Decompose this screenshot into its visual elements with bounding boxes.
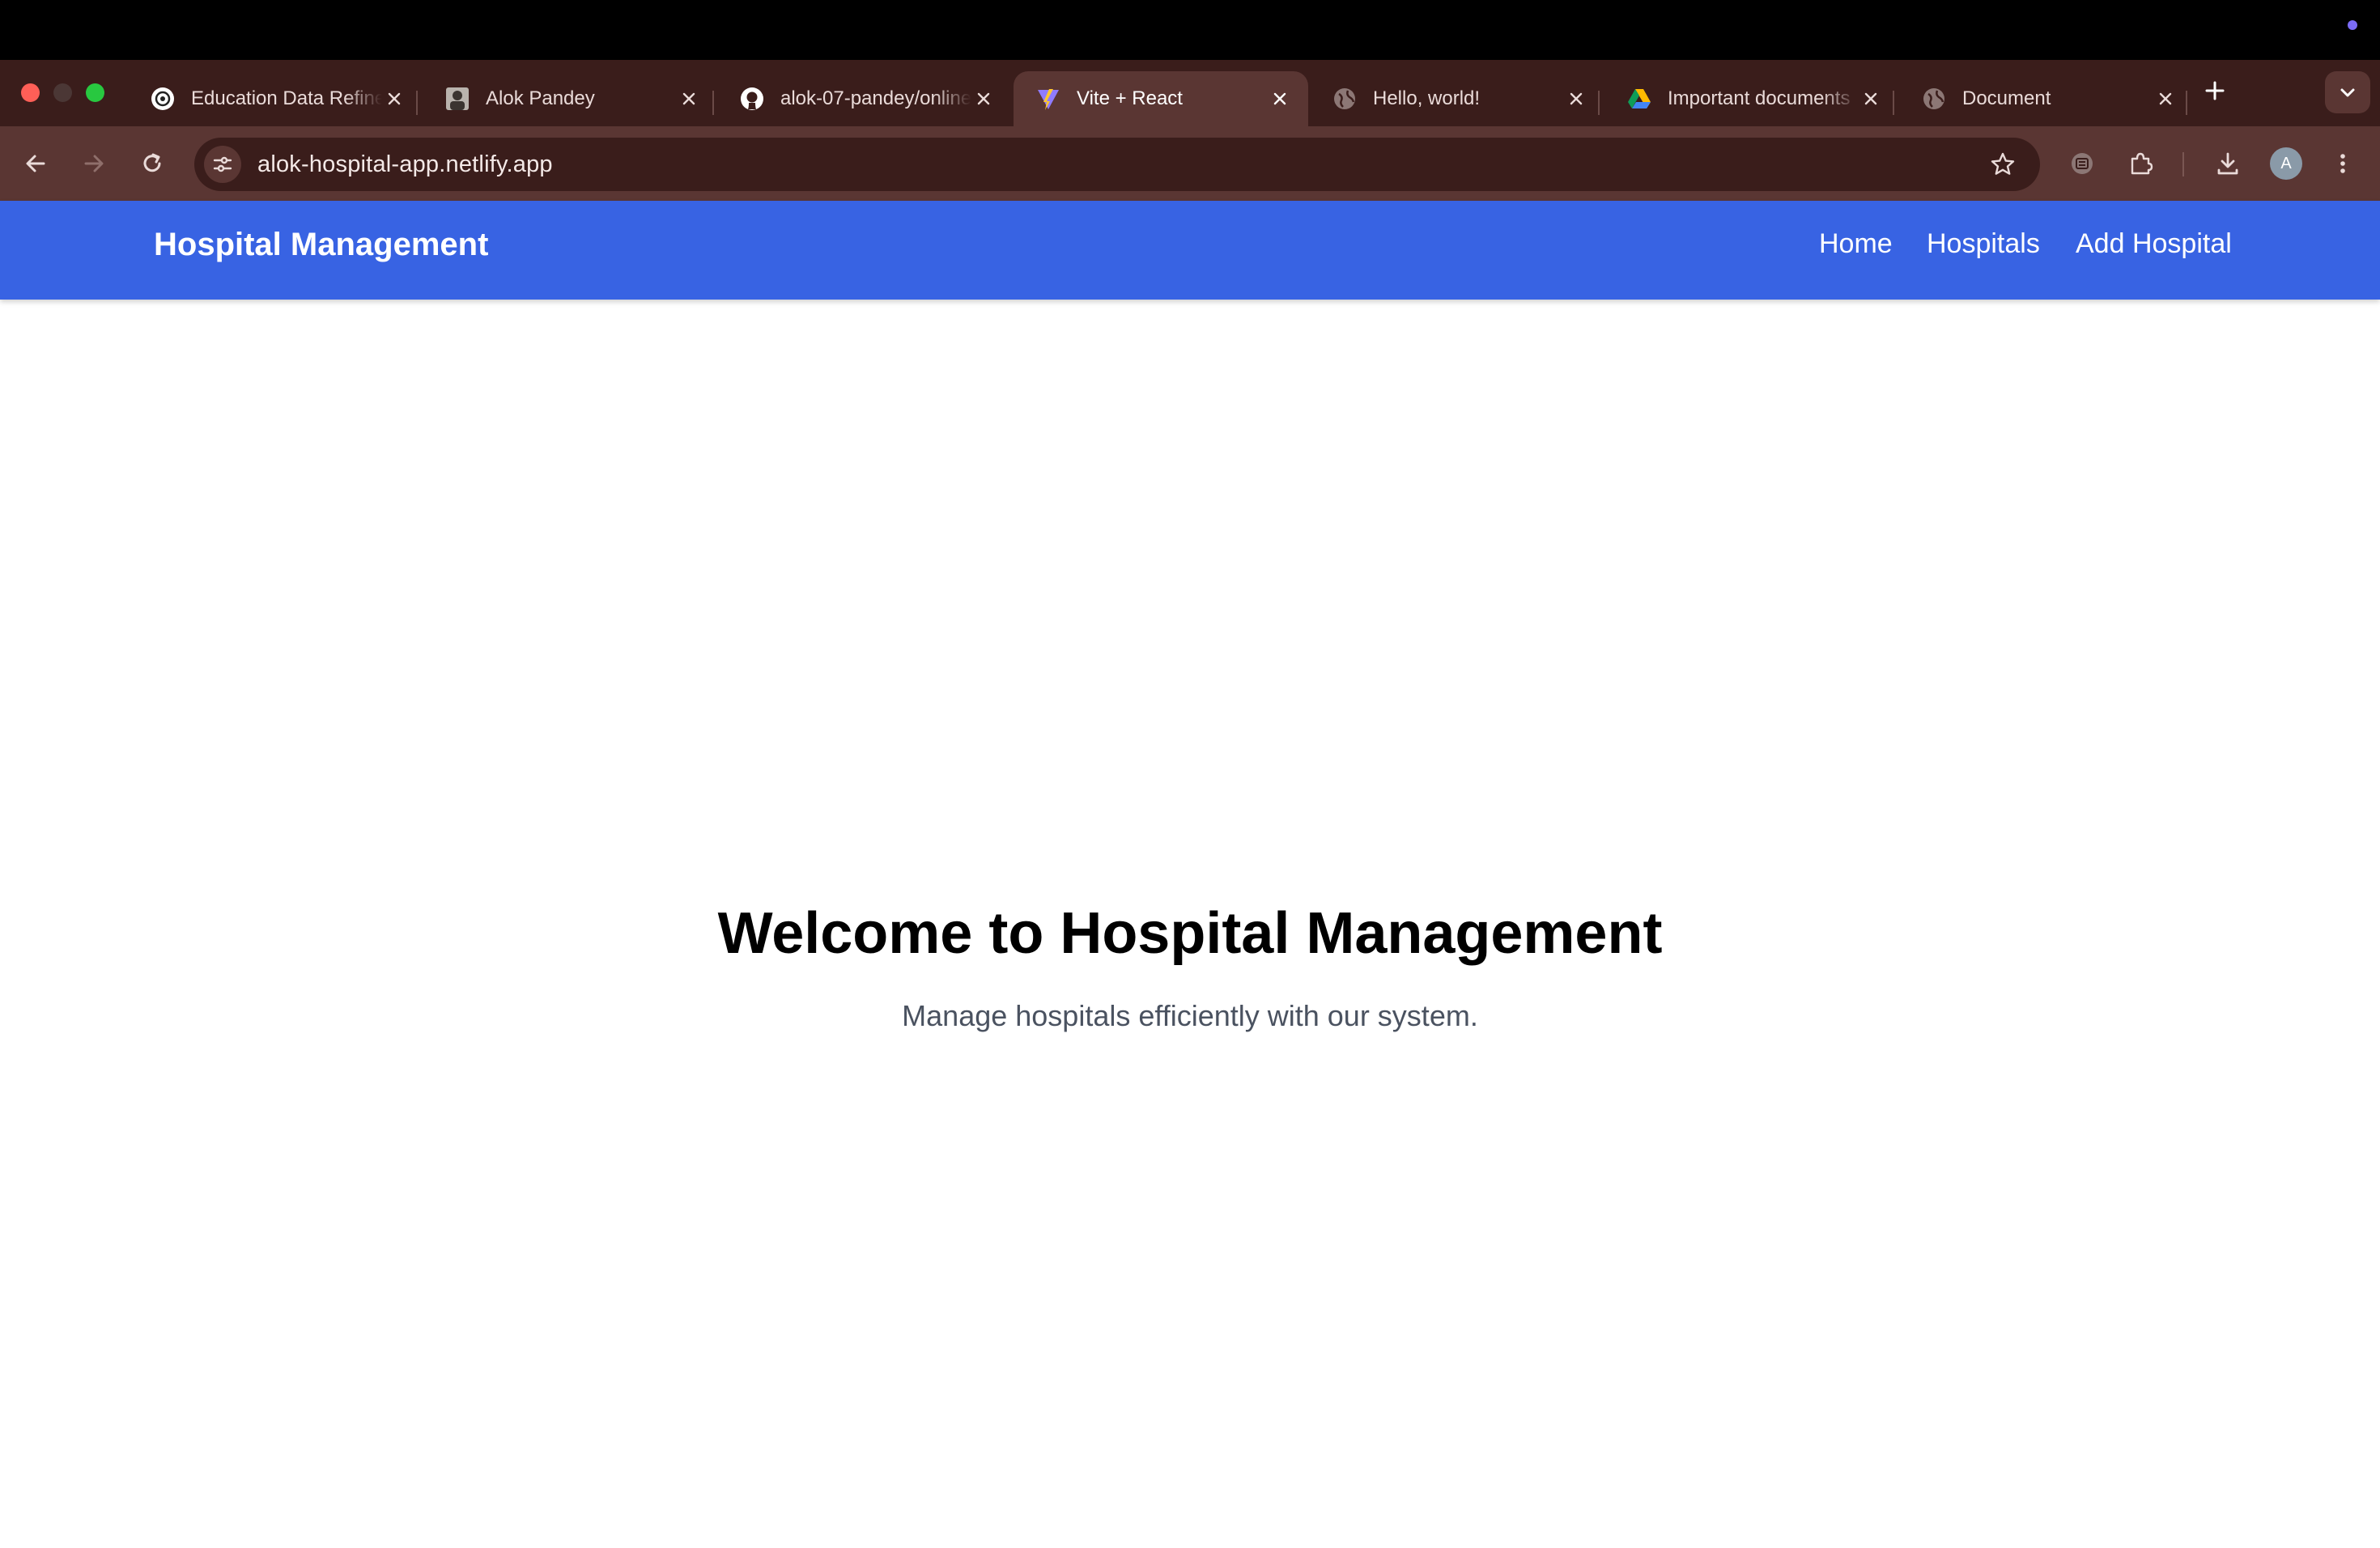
menu-bar — [0, 0, 2380, 60]
browser-tab[interactable]: Important documents — [1604, 71, 1899, 126]
more-menu-icon[interactable] — [2323, 144, 2362, 183]
back-button[interactable] — [16, 144, 55, 183]
tab-search-button[interactable] — [2325, 71, 2370, 113]
page-subtitle: Manage hospitals efficiently with our sy… — [902, 999, 1478, 1032]
nav-link-hospitals[interactable]: Hospitals — [1927, 228, 2040, 260]
app-brand-title[interactable]: Hospital Management — [154, 227, 488, 263]
profile-avatar[interactable]: A — [2270, 147, 2302, 180]
close-tab-icon[interactable] — [677, 87, 701, 111]
app-navbar: Hospital Management Home Hospitals Add H… — [0, 201, 2380, 300]
tune-icon — [213, 156, 232, 172]
browser-tab[interactable]: Document — [1899, 71, 2194, 126]
browser-tab[interactable]: alok-07-pandey/online-hospital — [717, 71, 1012, 126]
browser-tab[interactable]: Alok Pandey — [423, 71, 717, 126]
github-icon — [740, 87, 764, 111]
new-tab-button[interactable] — [2200, 76, 2229, 105]
close-tab-icon[interactable] — [2153, 87, 2178, 111]
close-tab-icon[interactable] — [382, 87, 406, 111]
tab-separator — [416, 91, 418, 115]
site-info-button[interactable] — [204, 146, 241, 183]
forward-button[interactable] — [74, 144, 113, 183]
nav-link-home[interactable]: Home — [1819, 228, 1893, 260]
arrow-right-icon — [84, 155, 104, 172]
arrow-left-icon — [26, 155, 45, 172]
tab-title: Important documents — [1668, 87, 1851, 109]
browser-tab[interactable]: Education Data Refinement — [128, 71, 423, 126]
extensions-puzzle-icon[interactable] — [2121, 144, 2160, 183]
tab-title: alok-07-pandey/online-hospital — [780, 87, 971, 109]
maximize-window-button[interactable] — [86, 83, 104, 102]
close-tab-icon[interactable] — [1564, 87, 1588, 111]
tab-title: Hello, world! — [1373, 87, 1481, 109]
translate-extension-icon[interactable] — [2063, 144, 2102, 183]
tab-title: Education Data Refinement — [191, 87, 382, 109]
browser-tab-active[interactable]: Vite + React — [1014, 71, 1308, 126]
reload-icon — [143, 153, 161, 172]
tab-separator — [1598, 91, 1600, 115]
browser-toolbar: alok-hospital-app.netlify.app — [0, 126, 2380, 201]
tab-separator — [2186, 91, 2187, 115]
tab-title: Vite + React — [1077, 87, 1183, 109]
address-bar[interactable]: alok-hospital-app.netlify.app — [194, 138, 2040, 191]
browser-tab[interactable]: Hello, world! — [1310, 71, 1604, 126]
close-tab-icon[interactable] — [1859, 87, 1883, 111]
close-tab-icon[interactable] — [1268, 87, 1292, 111]
chevron-down-icon — [2340, 88, 2355, 97]
vite-icon — [1036, 87, 1060, 111]
profile-photo-icon — [445, 87, 470, 111]
status-dot-icon — [2348, 20, 2357, 30]
url-text[interactable]: alok-hospital-app.netlify.app — [257, 151, 553, 178]
google-drive-icon — [1627, 87, 1651, 111]
downloads-icon[interactable] — [2208, 144, 2247, 183]
toolbar-separator — [2182, 152, 2184, 176]
globe-icon — [1922, 87, 1946, 111]
page-title: Welcome to Hospital Management — [717, 901, 1663, 966]
minimize-window-button[interactable] — [53, 83, 72, 102]
globe-icon — [1332, 87, 1357, 111]
nav-link-add-hospital[interactable]: Add Hospital — [2076, 228, 2232, 260]
reload-button[interactable] — [133, 144, 172, 183]
openai-icon — [151, 87, 175, 111]
tab-separator — [712, 91, 714, 115]
bookmark-star-icon[interactable] — [1988, 150, 2017, 179]
close-window-button[interactable] — [21, 83, 40, 102]
tab-separator — [1893, 91, 1894, 115]
close-tab-icon[interactable] — [971, 87, 996, 111]
tab-title: Alok Pandey — [486, 87, 595, 109]
tab-title: Document — [1962, 87, 2051, 109]
tab-strip: Education Data Refinement Alok Pandey al… — [0, 60, 2380, 126]
